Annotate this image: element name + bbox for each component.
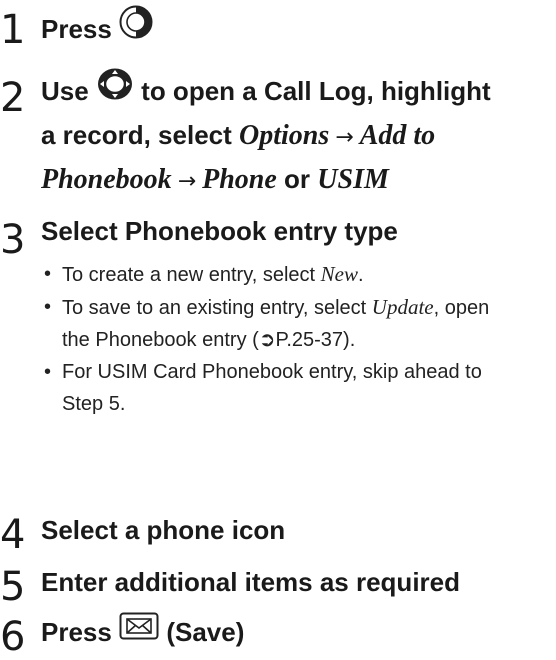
menu-term: Phone [202,164,277,195]
menu-term: USIM [317,164,389,195]
menu-term: Options [239,120,330,151]
step-heading: Press [41,5,155,54]
step-number: 3 [0,217,26,263]
bullet-dot: • [44,263,52,285]
bullet-dot: • [44,361,52,383]
list-item: • To save to an existing entry, select U… [42,291,554,356]
step-heading-line-2: a record, select Options → Add to [41,120,436,151]
step-number: 1 [0,7,26,53]
bullet-dot: • [44,296,52,318]
arrow: → [335,125,354,150]
menu-term: New [320,262,358,286]
step-heading: Select Phonebook entry type [41,216,398,246]
arrow: → [177,169,197,194]
call-key-icon [119,5,155,51]
step-number: 6 [0,614,26,660]
step-heading-line-3: Phonebook → Phone or USIM [41,164,389,195]
nav-key-icon [96,67,134,113]
menu-term: Add to [359,120,436,151]
step-heading: Enter additional items as required [41,567,460,597]
step-number: 5 [0,564,26,610]
step-heading: Press (Save) [41,611,244,655]
step-heading: Select a phone icon [41,515,286,545]
mail-key-icon [119,610,159,652]
step-number: 4 [0,512,26,558]
list-item: • For USIM Card Phonebook entry, skip ah… [42,356,554,420]
page-reference: ➲P.25-37 [258,329,344,351]
menu-term: Phonebook [41,164,172,195]
bullet-list: • To create a new entry, select New. • T… [42,258,554,420]
menu-term: Update [371,295,434,319]
step-heading-line-1: Use to open a Call Log, highlight [41,67,491,116]
step-number: 2 [0,75,26,121]
list-item: • To create a new entry, select New. [42,258,554,291]
